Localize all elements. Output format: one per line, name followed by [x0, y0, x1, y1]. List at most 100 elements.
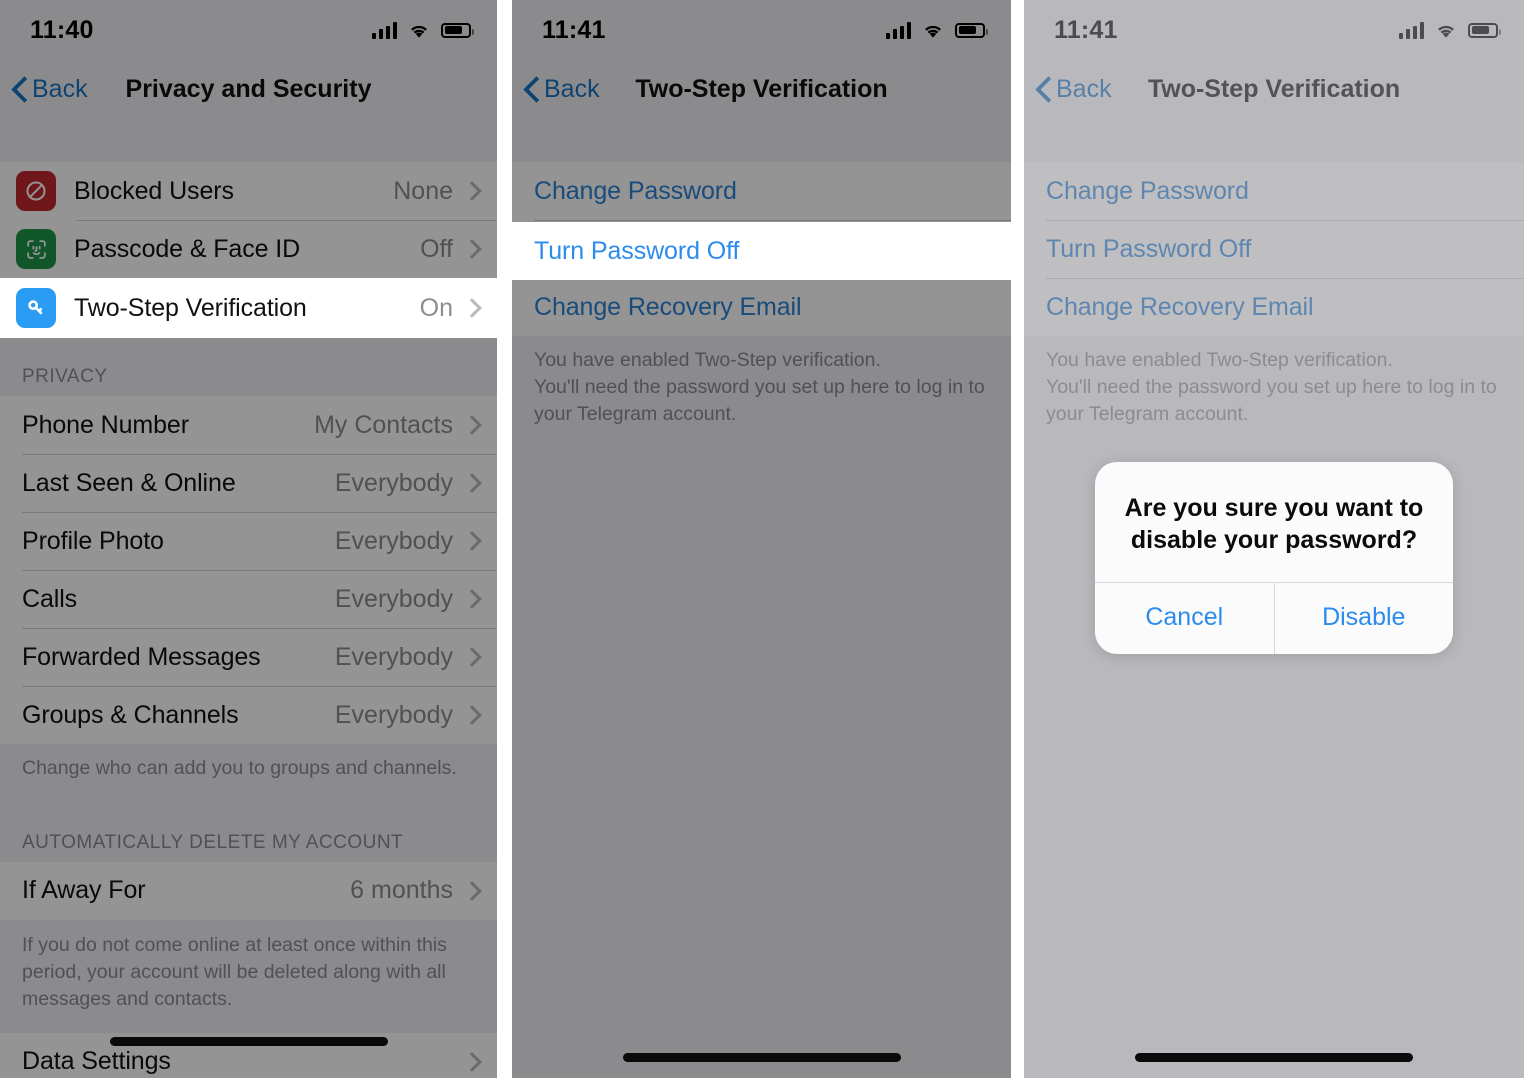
cellular-bars-icon: [371, 21, 397, 39]
row-label: Groups & Channels: [22, 700, 239, 729]
chevron-right-icon: [462, 415, 482, 435]
phone-screen-disable-password-confirm: 11:41 Back Two-Step Verification Change …: [1024, 0, 1524, 1078]
row-label: Forwarded Messages: [22, 642, 261, 671]
two-step-footnote: You have enabled Two-Step verification. …: [512, 336, 1011, 448]
back-label: Back: [32, 74, 88, 103]
screen-surface-1: 11:40 Back Privacy and Security Blocked …: [0, 0, 497, 1078]
auto-delete-footnote: If you do not come online at least once …: [0, 919, 497, 1033]
back-label: Back: [1056, 74, 1112, 103]
status-icons: [885, 21, 988, 39]
privacy-section-header: PRIVACY: [0, 336, 497, 396]
row-value: Everybody: [334, 468, 453, 497]
row-if-away-for[interactable]: If Away For 6 months: [0, 861, 497, 920]
row-label: Change Recovery Email: [1046, 292, 1314, 321]
status-bar-3: 11:41: [1024, 0, 1524, 60]
wifi-icon: [1435, 22, 1457, 39]
row-label: Calls: [22, 584, 78, 613]
chevron-right-icon: [462, 181, 482, 201]
two-step-footnote: You have enabled Two-Step verification. …: [1024, 336, 1524, 448]
dialog-title: Are you sure you want to disable your pa…: [1124, 494, 1424, 554]
list-top-gap: [512, 118, 1011, 162]
row-calls[interactable]: Calls Everybody: [0, 570, 497, 628]
row-value: Everybody: [334, 526, 453, 555]
row-label: Change Recovery Email: [534, 292, 802, 321]
row-profile-photo[interactable]: Profile Photo Everybody: [0, 512, 497, 570]
chevron-right-icon: [462, 531, 482, 551]
status-bar-1: 11:40: [0, 0, 497, 60]
chevron-left-icon: [524, 76, 538, 102]
row-value: My Contacts: [314, 410, 453, 439]
home-indicator: [1135, 1053, 1413, 1062]
row-label: Last Seen & Online: [22, 468, 236, 497]
nav-bar-1: Back Privacy and Security: [0, 60, 497, 118]
list-top-gap: [0, 118, 497, 162]
key-icon: [16, 288, 56, 328]
row-turn-password-off[interactable]: Turn Password Off: [1024, 220, 1524, 278]
two-step-actions-section: Change Password Turn Password Off Change…: [1024, 162, 1524, 336]
status-icons: [1398, 21, 1501, 39]
chevron-right-icon: [462, 473, 482, 493]
highlight-turn-password-off[interactable]: Turn Password Off: [512, 222, 1011, 280]
row-forwarded-messages[interactable]: Forwarded Messages Everybody: [0, 628, 497, 686]
row-label: If Away For: [22, 876, 146, 905]
cancel-button[interactable]: Cancel: [1095, 583, 1274, 654]
highlight-label: Turn Password Off: [534, 236, 740, 265]
row-label: Turn Password Off: [1046, 234, 1252, 263]
chevron-right-icon: [462, 589, 482, 609]
privacy-footnote: Change who can add you to groups and cha…: [0, 744, 497, 802]
row-label: Change Password: [1046, 176, 1249, 205]
chevron-left-icon: [1036, 76, 1050, 102]
row-change-recovery-email[interactable]: Change Recovery Email: [1024, 278, 1524, 336]
row-groups-channels[interactable]: Groups & Channels Everybody: [0, 686, 497, 744]
back-button[interactable]: Back: [512, 75, 600, 104]
face-id-icon: [16, 229, 56, 269]
wifi-icon: [922, 22, 944, 39]
back-button[interactable]: Back: [0, 75, 88, 104]
row-phone-number[interactable]: Phone Number My Contacts: [0, 396, 497, 454]
row-label: Change Password: [534, 176, 737, 205]
row-change-password[interactable]: Change Password: [1024, 162, 1524, 220]
battery-icon: [1468, 22, 1501, 38]
row-blocked-users[interactable]: Blocked Users None: [0, 162, 497, 220]
chevron-left-icon: [12, 76, 26, 102]
row-label: Blocked Users: [74, 176, 234, 205]
row-value: Everybody: [334, 642, 453, 671]
cellular-bars-icon: [885, 21, 911, 39]
highlight-two-step-verification[interactable]: Two-Step Verification On: [0, 278, 497, 338]
chevron-right-icon: [462, 1051, 482, 1072]
three-panel-screenshot: 11:40 Back Privacy and Security Blocked …: [0, 0, 1524, 1078]
chevron-right-icon: [462, 298, 482, 318]
disable-button[interactable]: Disable: [1273, 583, 1454, 654]
row-value: Off: [420, 234, 453, 263]
row-change-password[interactable]: Change Password: [512, 162, 1011, 220]
row-label: Profile Photo: [22, 526, 164, 555]
chevron-right-icon: [462, 881, 482, 901]
row-passcode-face-id[interactable]: Passcode & Face ID Off: [0, 220, 497, 278]
auto-delete-section-header: AUTOMATICALLY DELETE MY ACCOUNT: [0, 801, 497, 862]
status-clock: 11:40: [30, 15, 94, 44]
cellular-bars-icon: [1398, 21, 1424, 39]
row-change-recovery-email[interactable]: Change Recovery Email: [512, 278, 1011, 336]
home-indicator: [622, 1053, 901, 1062]
status-clock: 11:41: [1054, 15, 1118, 44]
row-value: Everybody: [334, 700, 453, 729]
status-bar-2: 11:41: [512, 0, 1011, 60]
wifi-icon: [408, 22, 430, 39]
status-icons: [371, 21, 474, 39]
back-button[interactable]: Back: [1024, 75, 1112, 104]
nav-bar-2: Back Two-Step Verification: [512, 60, 1011, 118]
privacy-section: Phone Number My Contacts Last Seen & Onl…: [0, 396, 497, 744]
row-last-seen-online[interactable]: Last Seen & Online Everybody: [0, 454, 497, 512]
list-top-gap: [1024, 118, 1524, 162]
dialog-actions: Cancel Disable: [1095, 582, 1453, 654]
confirm-dialog: Are you sure you want to disable your pa…: [1095, 462, 1453, 654]
highlight-label: Two-Step Verification: [74, 293, 307, 322]
phone-screen-two-step-verification: 11:41 Back Two-Step Verification Change …: [512, 0, 1011, 1078]
screen-surface-2: 11:41 Back Two-Step Verification Change …: [512, 0, 1011, 1078]
chevron-right-icon: [462, 647, 482, 667]
chevron-right-icon: [462, 239, 482, 259]
row-label: Data Settings: [22, 1047, 171, 1076]
row-label: Phone Number: [22, 410, 189, 439]
highlight-value: On: [419, 293, 453, 322]
status-clock: 11:41: [542, 15, 606, 44]
